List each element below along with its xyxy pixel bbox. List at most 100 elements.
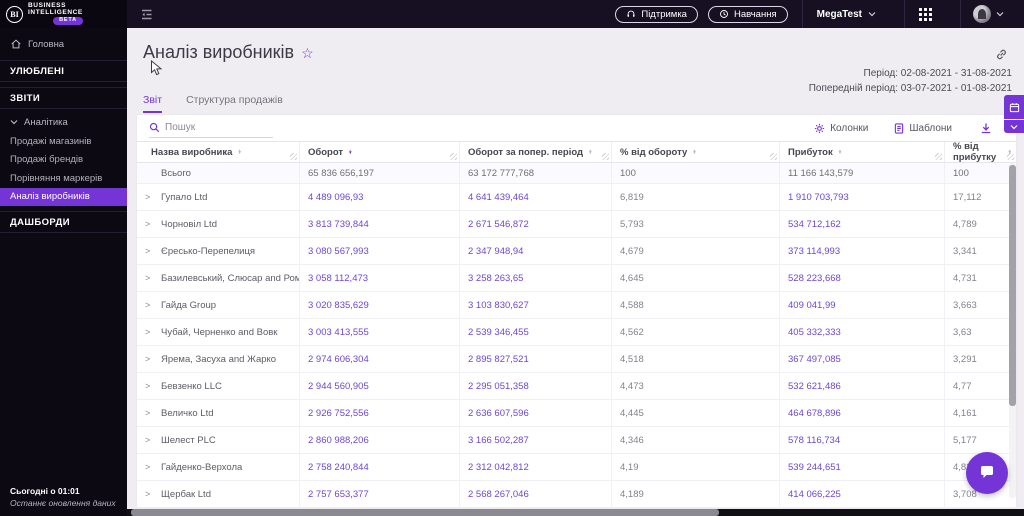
columns-button[interactable]: Колонки: [814, 123, 868, 134]
manufacturer-name: Щербак Ltd: [161, 488, 211, 500]
expand-chevron-icon[interactable]: >: [145, 192, 153, 202]
tab-sales-structure[interactable]: Структура продажів: [186, 94, 283, 113]
profit-value: 409 041,99: [780, 292, 945, 318]
apps-grid-icon[interactable]: [905, 7, 946, 21]
table-row[interactable]: > Шелест PLC 2 860 988,206 3 166 502,287…: [137, 427, 1016, 454]
column-resize-handle[interactable]: [1007, 153, 1014, 160]
table-row[interactable]: > Всього 65 836 656,197 63 172 777,768 1…: [137, 163, 1016, 184]
sort-icon[interactable]: ▲▼: [838, 148, 842, 155]
sidebar-group-analytics[interactable]: Аналітика: [0, 112, 127, 132]
copy-link-icon[interactable]: [995, 48, 1008, 61]
table-row[interactable]: > Гайда Group 3 020 835,629 3 103 830,62…: [137, 292, 1016, 319]
expand-chevron-icon[interactable]: >: [145, 300, 153, 310]
account-menu[interactable]: MegaTest: [803, 9, 890, 20]
profit-value: 578 116,734: [780, 427, 945, 453]
column-header[interactable]: Прибуток ▲ ▼: [780, 142, 945, 162]
search-input[interactable]: [165, 122, 265, 133]
turnover-value: 2 974 606,304: [300, 346, 460, 372]
profit-value: 1 910 703,793: [780, 184, 945, 210]
sort-icon[interactable]: ▲▼: [588, 148, 592, 155]
pct-turnover-value: 4,19: [612, 454, 780, 480]
horizontal-scrollbar[interactable]: [127, 509, 1024, 516]
column-resize-handle[interactable]: [770, 153, 777, 160]
sidebar-item-0[interactable]: Продажі магазинів: [0, 132, 127, 151]
manufacturer-name: Шелест PLC: [161, 434, 216, 446]
favorite-star-icon[interactable]: ☆: [301, 46, 314, 60]
table-row[interactable]: > Бевзенко LLC 2 944 560,905 2 295 051,3…: [137, 373, 1016, 400]
column-resize-handle[interactable]: [935, 153, 942, 160]
pct-profit-value: 3,341: [953, 245, 977, 257]
vertical-scrollbar[interactable]: [1009, 163, 1016, 498]
table-row[interactable]: > Гупало Ltd 4 489 096,93 4 641 439,464 …: [137, 184, 1016, 211]
support-button[interactable]: Підтримка: [615, 5, 698, 23]
sidebar-item-1[interactable]: Продажі брендів: [0, 151, 127, 170]
column-header[interactable]: % від обороту ▲ ▼: [612, 142, 780, 162]
chat-widget-button[interactable]: [966, 452, 1008, 494]
expand-chevron-icon[interactable]: >: [145, 327, 153, 337]
templates-button[interactable]: Шаблони: [894, 123, 952, 134]
prev-turnover-value: 4 641 439,464: [460, 184, 612, 210]
download-icon[interactable]: [980, 122, 992, 134]
table-row[interactable]: > Базилевський, Слюсар and Романенко 3 0…: [137, 265, 1016, 292]
training-button[interactable]: Навчання: [707, 5, 788, 23]
column-resize-handle[interactable]: [290, 153, 297, 160]
table-row[interactable]: > Величко Ltd 2 926 752,556 2 636 607,59…: [137, 400, 1016, 427]
column-resize-handle[interactable]: [450, 153, 457, 160]
prev-turnover-value: 63 172 777,768: [460, 163, 612, 183]
column-resize-handle[interactable]: [602, 153, 609, 160]
sidebar-collapse-icon[interactable]: [139, 7, 154, 22]
expand-chevron-icon[interactable]: >: [145, 273, 153, 283]
table-row[interactable]: > Ярема, Засуха and Жарко 2 974 606,304 …: [137, 346, 1016, 373]
home-icon: [11, 39, 21, 49]
column-header[interactable]: Назва виробника ▲ ▼: [137, 142, 300, 162]
last-update-time: Сьогодні о 01:01: [10, 486, 80, 497]
manufacturer-name: Гайденко-Верхола: [161, 461, 243, 473]
manufacturer-name: Єресько-Перепелиця: [161, 245, 256, 257]
table-row[interactable]: > Гайденко-Верхола 2 758 240,844 2 312 0…: [137, 454, 1016, 481]
app-logo[interactable]: BI BUSINESS INTELLIGENCE BETA: [0, 0, 127, 28]
sidebar-item-3[interactable]: Аналіз виробників: [0, 187, 127, 206]
expand-chevron-icon[interactable]: >: [145, 246, 153, 256]
pct-profit-value: 4,789: [953, 218, 977, 230]
search-icon: [149, 122, 160, 133]
vertical-scrollbar-thumb[interactable]: [1009, 165, 1016, 407]
prev-turnover-value: 3 166 502,287: [460, 427, 612, 453]
pct-turnover-value: 6,819: [612, 184, 780, 210]
user-menu[interactable]: [961, 5, 1014, 23]
expand-chevron-icon[interactable]: >: [145, 219, 153, 229]
turnover-value: 2 944 560,905: [300, 373, 460, 399]
avatar[interactable]: [973, 5, 991, 23]
expand-chevron-icon[interactable]: >: [145, 354, 153, 364]
sort-icon[interactable]: ▲▼: [348, 148, 352, 155]
template-file-icon: [895, 122, 904, 134]
bi-logo-icon: BI: [6, 5, 23, 23]
search-box[interactable]: [149, 118, 273, 138]
manufacturer-name: Ярема, Засуха and Жарко: [161, 353, 277, 365]
column-header[interactable]: Оборот ▲ ▼: [300, 142, 460, 162]
table-row[interactable]: > Щербак Ltd 2 757 653,377 2 568 267,046…: [137, 481, 1016, 508]
profit-value: 405 332,333: [780, 319, 945, 345]
table-row[interactable]: > Єресько-Перепелиця 3 080 567,993 2 347…: [137, 238, 1016, 265]
expand-chevron-icon[interactable]: >: [145, 489, 153, 499]
pct-turnover-value: 4,346: [612, 427, 780, 453]
pct-turnover-value: 4,679: [612, 238, 780, 264]
sort-icon[interactable]: ▲▼: [692, 148, 696, 155]
prev-turnover-value: 2 671 546,872: [460, 211, 612, 237]
headphones-icon: [627, 10, 635, 17]
horizontal-scrollbar-thumb[interactable]: [131, 509, 719, 516]
widget-collapse-button[interactable]: [1004, 120, 1024, 133]
sort-icon[interactable]: ▲▼: [237, 148, 241, 155]
tab-report[interactable]: Звіт: [143, 94, 163, 113]
column-header[interactable]: % від прибутку ▲▼: [945, 141, 1016, 163]
expand-chevron-icon[interactable]: >: [145, 435, 153, 445]
expand-chevron-icon[interactable]: >: [145, 408, 153, 418]
sidebar-item-2[interactable]: Порівняння маркерів: [0, 169, 127, 188]
sidebar-item-home[interactable]: Головна: [0, 33, 127, 55]
widget-calendar-button[interactable]: [1004, 95, 1024, 119]
table-row[interactable]: > Чорновіл Ltd 3 813 739,844 2 671 546,8…: [137, 211, 1016, 238]
table-row[interactable]: > Чубай, Черненко and Вовк 3 003 413,555…: [137, 319, 1016, 346]
column-header[interactable]: Оборот за попер. період ▲ ▼: [460, 142, 612, 162]
expand-chevron-icon[interactable]: >: [145, 462, 153, 472]
expand-chevron-icon[interactable]: >: [145, 381, 153, 391]
pct-turnover-value: 5,793: [612, 211, 780, 237]
